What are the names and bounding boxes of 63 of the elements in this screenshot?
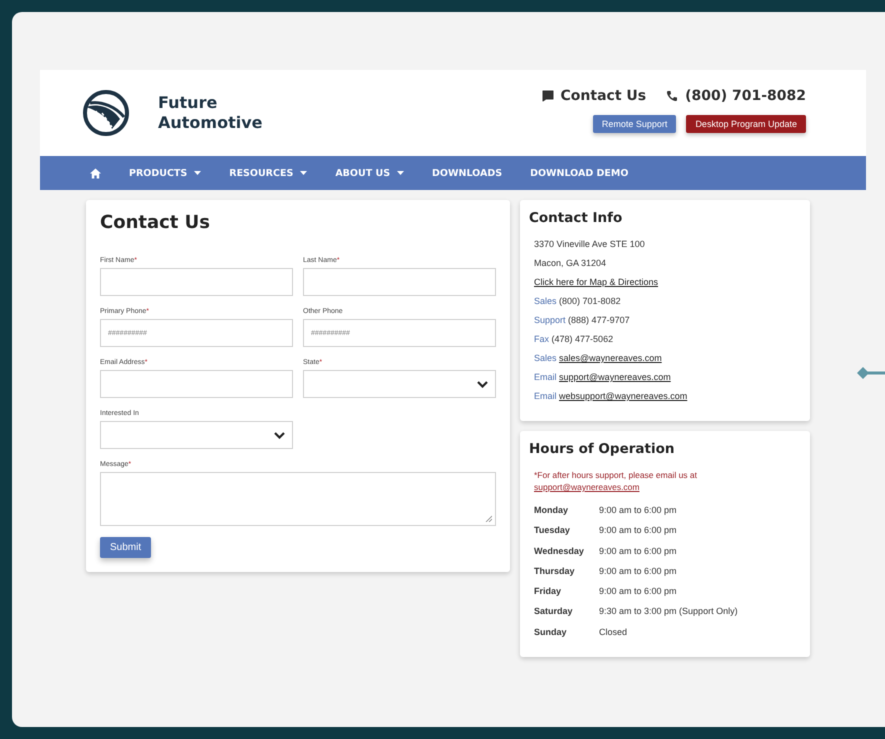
- email-link[interactable]: support@waynereaves.com: [534, 482, 640, 492]
- day-name: Monday: [534, 504, 570, 517]
- brand-name: Future: [158, 93, 218, 113]
- hours-text: 9:30 am to 3:00 pm (Support Only): [599, 605, 738, 618]
- input-field[interactable]: [303, 268, 496, 296]
- diamond-marker-icon: [857, 367, 885, 379]
- hours-text: 9:00 am to 6:00 pm: [599, 524, 677, 538]
- contact-text: (478) 477-5062: [552, 334, 614, 344]
- day-name: Wednesday: [534, 544, 585, 558]
- caret-icon: [194, 171, 202, 175]
- resize-grip-icon: [485, 515, 492, 522]
- caret-icon: [397, 171, 404, 175]
- submit-button[interactable]: Submit: [100, 537, 152, 558]
- card-title: Hours of Operation: [529, 441, 676, 457]
- chevron-down-icon: [477, 380, 488, 388]
- contact-label: Sales: [534, 353, 557, 363]
- contact-link[interactable]: Click here for Map & Directions: [534, 277, 658, 287]
- phone-icon: [666, 90, 678, 102]
- select-field[interactable]: [303, 370, 496, 398]
- nav-link[interactable]: ABOUT US: [335, 168, 404, 178]
- contact-text: 3370 Vineville Ave STE 100: [534, 239, 645, 249]
- contact-link[interactable]: websupport@waynereaves.com: [559, 391, 688, 401]
- contact-label: Support: [534, 315, 566, 325]
- hours-text: 9:00 am to 6:00 pm: [599, 585, 677, 598]
- day-name: Sunday: [534, 626, 568, 639]
- contact-text: (888) 477-9707: [568, 315, 630, 325]
- hours-text: 9:00 am to 6:00 pm: [599, 564, 677, 578]
- input-field[interactable]: [100, 268, 293, 296]
- brand-name: Automotive: [158, 113, 262, 133]
- hours-text: 9:00 am to 6:00 pm: [599, 504, 677, 517]
- select-field[interactable]: [100, 421, 293, 449]
- form-title: Contact Us: [100, 212, 212, 233]
- logo-icon: [82, 89, 130, 137]
- contact-text: Macon, GA 31204: [534, 258, 606, 268]
- day-name: Tuesday: [534, 524, 571, 538]
- day-name: Friday: [534, 585, 562, 598]
- message-field[interactable]: [100, 472, 496, 526]
- contact-label: Sales: [534, 296, 557, 306]
- input-field[interactable]: [100, 370, 293, 398]
- home-icon[interactable]: [90, 168, 101, 178]
- contact-label: Email: [534, 372, 557, 382]
- support-note: *For after hours support, please email us at support@waynereaves.com: [533, 469, 698, 493]
- hours-text: Closed: [599, 626, 628, 639]
- day-name: Saturday: [534, 605, 574, 618]
- contact-link[interactable]: Contact Us: [560, 88, 646, 104]
- caret-icon: [300, 171, 308, 175]
- nav-link[interactable]: RESOURCES: [229, 168, 308, 178]
- day-name: Thursday: [534, 564, 576, 578]
- header-button[interactable]: Desktop Program Update: [686, 115, 806, 133]
- chat-bubble-icon: [542, 90, 554, 102]
- contact-text: (800) 701-8082: [559, 296, 621, 306]
- nav-link[interactable]: DOWNLOADS: [432, 168, 502, 178]
- nav-link[interactable]: PRODUCTS: [129, 168, 202, 178]
- phone-number: (800) 701-8082: [685, 88, 806, 104]
- contact-link[interactable]: support@waynereaves.com: [559, 372, 671, 382]
- nav-link[interactable]: DOWNLOAD DEMO: [530, 168, 628, 178]
- contact-link[interactable]: sales@waynereaves.com: [559, 353, 662, 363]
- contact-label: Email: [534, 391, 557, 401]
- contact-label: Fax: [534, 334, 550, 344]
- header-button[interactable]: Remote Support: [592, 115, 676, 133]
- card-title: Contact Info: [529, 210, 624, 226]
- hours-text: 9:00 am to 6:00 pm: [599, 544, 677, 558]
- chevron-down-icon: [274, 432, 285, 438]
